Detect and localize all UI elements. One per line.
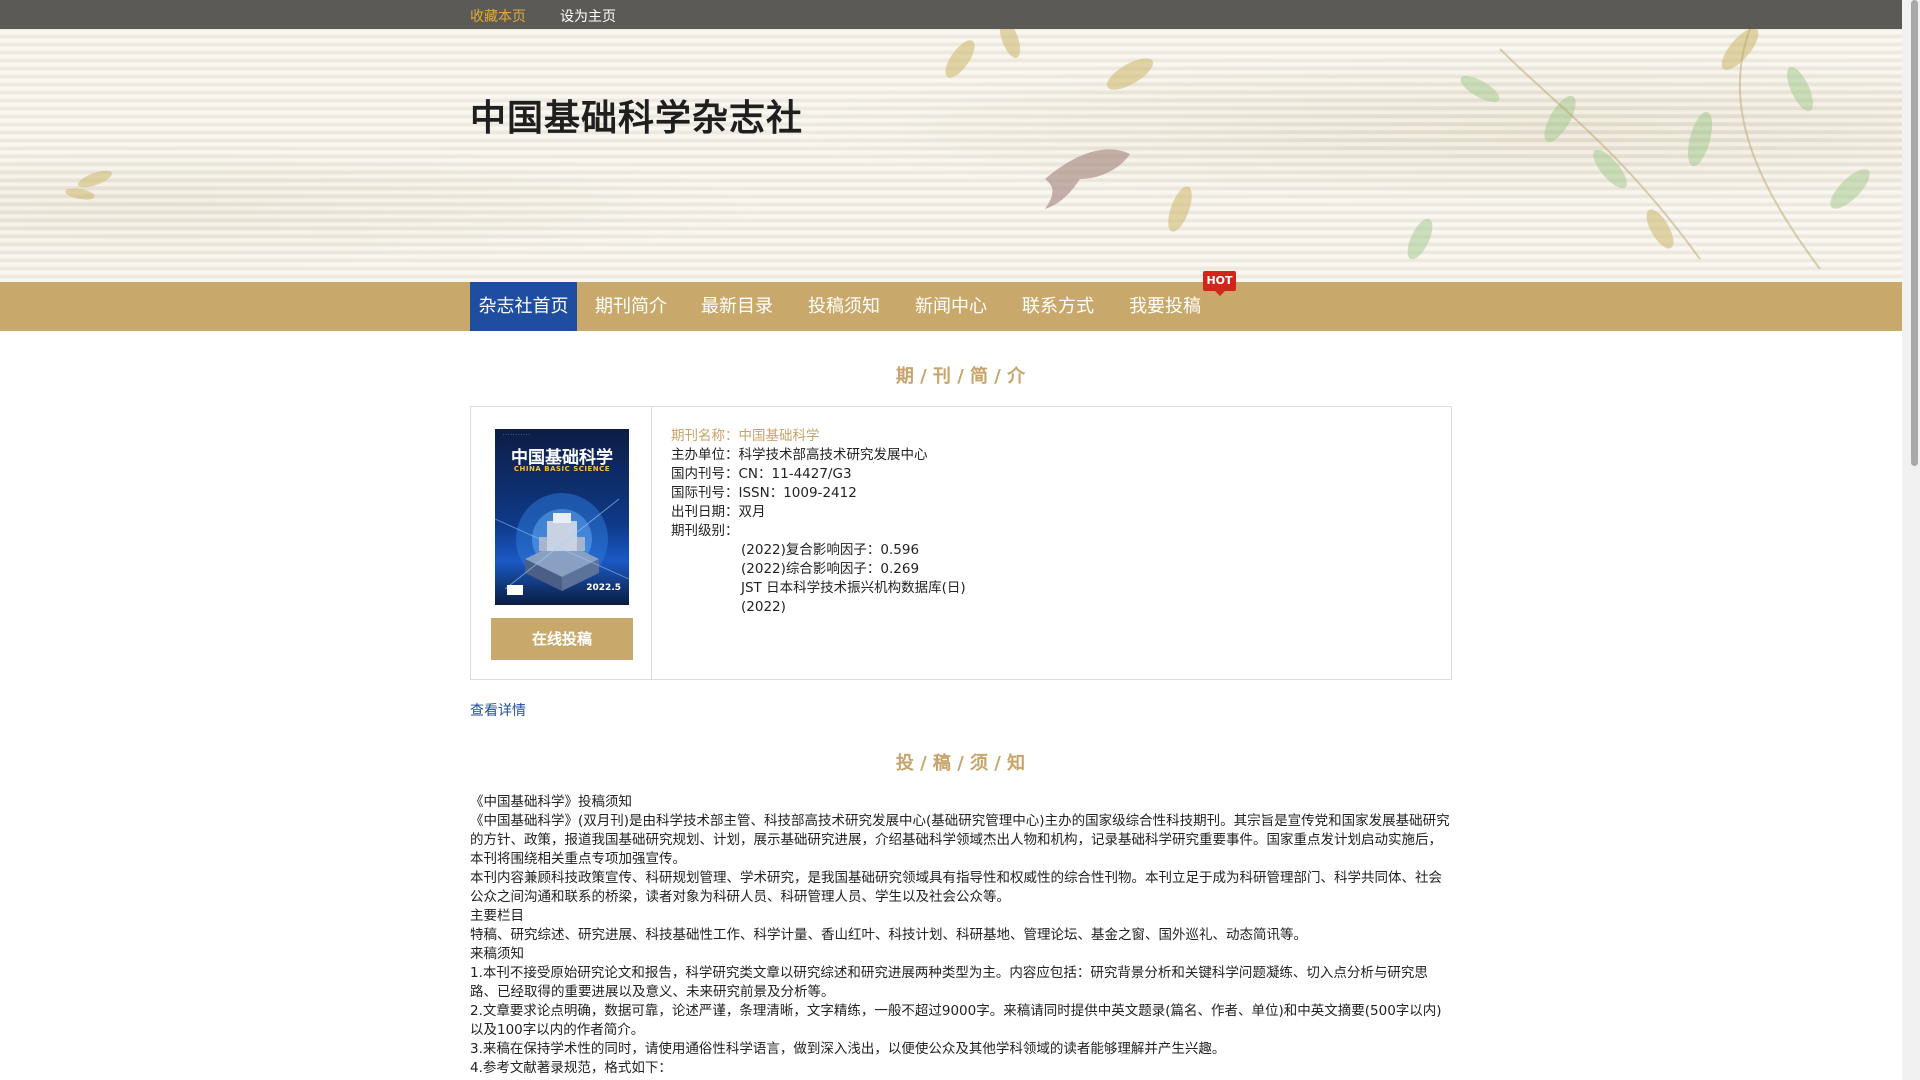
nav-item-journal-intro[interactable]: 期刊简介 [583,282,679,331]
intro-section-title: 期 / 刊 / 简 / 介 [895,366,1026,387]
notes-paragraph: 3.来稿在保持学术性的同时，请使用通俗性科学语言，做到深入浅出，以便使公众及其他… [470,1041,1226,1057]
cover-publisher-text: · · · · · · · · · · · [503,432,530,437]
notes-paragraph: 本刊内容兼顾科技政策宣传、科研规划管理、学术研究，是我国基础研究领域具有指导性和… [470,870,1442,905]
journal-level-item: (2022)综合影响因子：0.269 [741,561,920,577]
view-details-link[interactable]: 查看详情 [470,700,526,720]
journal-info: 期刊名称：中国基础科学 主办单位：科学技术部高技术研究发展中心 国内刊号：CN：… [671,427,966,617]
hot-badge: HOT [1203,271,1236,296]
notes-section-title: 投 / 稿 / 须 / 知 [895,753,1026,774]
nav-item-contact[interactable]: 联系方式 [1010,282,1106,331]
bookmark-page-link[interactable]: 收藏本页 [470,6,526,26]
submission-notes: 《中国基础科学》投稿须知 《中国基础科学》(双月刊)是由科学技术部主管、科技部高… [470,793,1451,1078]
notes-paragraph: 《中国基础科学》(双月刊)是由科学技术部主管、科技部高技术研究发展中心(基础研究… [470,813,1450,867]
journal-level-item: (2022)复合影响因子：0.596 [741,542,920,558]
journal-sponsor: 主办单位：科学技术部高技术研究发展中心 [671,447,928,463]
online-submit-button[interactable]: 在线投稿 [491,618,633,660]
notes-paragraph: 主要栏目 [470,908,524,924]
journal-cn-number: 国内刊号：CN：11-4427/G3 [671,466,852,482]
journal-level-item: (2022) [741,599,786,615]
page: 收藏本页 设为主页 中国基础科学杂志社 杂志社首页 期刊简介 最新目录 投稿须知… [0,0,1920,1080]
set-homepage-link[interactable]: 设为主页 [560,6,616,26]
journal-level-item: JST 日本科学技术振兴机构数据库(日) [741,580,966,596]
nav-item-submit[interactable]: 我要投稿 [1117,282,1213,331]
cover-issue-number: 2022.5 [586,583,621,593]
scrollbar-thumb[interactable] [1911,0,1918,466]
notes-paragraph: 2.文章要求论点明确，数据可靠，论述严谨，条理清晰，文字精练，一般不超过9000… [470,1003,1442,1038]
notes-paragraph: 4.参考文献著录规范，格式如下： [470,1060,672,1076]
nav-item-submission-guide[interactable]: 投稿须知 [796,282,892,331]
leaf-decoration-icon [65,29,1870,270]
header-banner: 中国基础科学杂志社 [0,29,1902,282]
nav-item-news[interactable]: 新闻中心 [903,282,999,331]
notes-paragraph: 《中国基础科学》投稿须知 [470,794,632,810]
notes-paragraph: 特稿、研究综述、研究进展、科技基础性工作、科学计量、香山红叶、科技计划、科研基地… [470,927,1307,943]
site-title: 中国基础科学杂志社 [470,98,804,139]
journal-intro-card: · · · · · · · · · · · 中国基础科学 CHINA BASIC… [470,406,1452,680]
journal-name: 期刊名称：中国基础科学 [671,428,820,444]
main-nav: 杂志社首页 期刊简介 最新目录 投稿须知 新闻中心 联系方式 我要投稿 [0,282,1902,331]
notes-paragraph: 来稿须知 [470,946,524,962]
cover-title-en: CHINA BASIC SCIENCE [513,465,611,473]
top-bar: 收藏本页 设为主页 [0,0,1902,29]
journal-level-label: 期刊级别： [671,523,739,539]
cover-column: · · · · · · · · · · · 中国基础科学 CHINA BASIC… [471,407,652,679]
notes-paragraph: 1.本刊不接受原始研究论文和报告，科学研究类文章以研究综述和研究进展两种类型为主… [470,965,1428,1000]
nav-item-latest-issue[interactable]: 最新目录 [689,282,785,331]
journal-frequency: 出刊日期：双月 [671,504,766,520]
journal-issn: 国际刊号：ISSN：1009-2412 [671,485,857,501]
nav-item-home[interactable]: 杂志社首页 [470,282,577,331]
journal-cover-image[interactable]: · · · · · · · · · · · 中国基础科学 CHINA BASIC… [495,429,629,605]
